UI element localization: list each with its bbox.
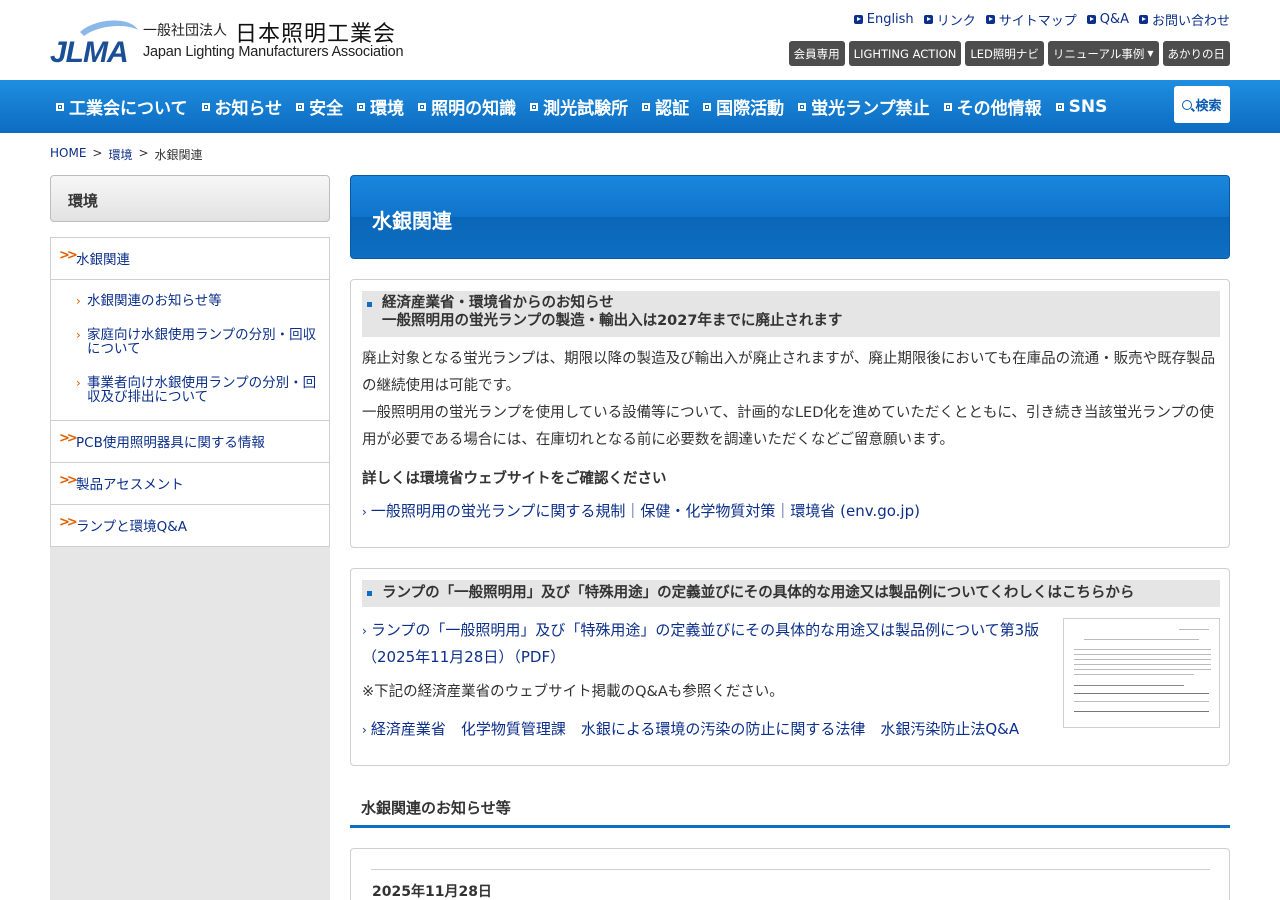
definition-pdf-link[interactable]: › ランプの「一般照明用」及び「特殊用途」の定義並びにその具体的な用途又は製品例に… [362, 617, 1052, 670]
nav-bullet-icon [201, 102, 210, 111]
chevron-right-icon: › [362, 723, 367, 737]
nav-lighting-knowledge[interactable]: 照明の知識 [418, 94, 516, 119]
arrow-square-icon [923, 15, 933, 24]
nav-bullet-icon [642, 102, 651, 111]
nav-safety[interactable]: 安全 [296, 94, 343, 119]
renewal-cases-dropdown[interactable]: リニューアル事例 ▼ [1047, 41, 1159, 66]
divider [371, 869, 1210, 870]
arrow-square-icon [985, 15, 995, 24]
chevron-right-icon: › [76, 376, 81, 390]
nav-about[interactable]: 工業会について [56, 94, 188, 119]
page-title: 水銀関連 [372, 209, 452, 233]
qa-note: ※下記の経済産業省のウェブサイト掲載のQ&Aも参照ください。 [362, 684, 784, 700]
nav-environment[interactable]: 環境 [357, 94, 404, 119]
sidebar-item-assessment[interactable]: >> 製品アセスメント [51, 463, 329, 505]
jlma-logo-mark: JLMA [50, 20, 138, 68]
nav-sns[interactable]: SNS [1055, 97, 1107, 117]
top-buttons: 会員専用 LIGHTING ACTION LED照明ナビ リニューアル事例 ▼ あ… [788, 41, 1230, 66]
sidebar-menu: >> 水銀関連 › 水銀関連のお知らせ等 › 家庭向け水銀使用ランプの分別・回収につ… [50, 237, 330, 547]
double-chevron-icon: >> [59, 248, 78, 263]
sidebar-item-lamp-qa[interactable]: >> ランプと環境Q&A [51, 505, 329, 546]
nav-bullet-icon [418, 102, 427, 111]
arrow-square-icon [853, 15, 863, 24]
nav-bullet-icon [1055, 102, 1064, 111]
definition-heading: ランプの「一般照明用」及び「特殊用途」の定義並びにその具体的な用途又は製品例につ… [362, 580, 1220, 607]
news-box: 2025年11月28日 [350, 848, 1230, 900]
sidebar-item-mercury[interactable]: >> 水銀関連 [51, 238, 329, 280]
page-title-banner: 水銀関連 [350, 175, 1230, 259]
nav-news[interactable]: お知らせ [201, 94, 282, 119]
nav-other-info[interactable]: その他情報 [943, 94, 1042, 119]
notice-box: 経済産業省・環境省からのお知らせ 一般照明用の蛍光ランプの製造・輸出入は2027… [350, 279, 1230, 548]
chevron-right-icon: › [76, 328, 81, 342]
notice-paragraph: 廃止対象となる蛍光ランプは、期限以降の製造及び輸出入が廃止されますが、廃止期限後… [362, 351, 1216, 448]
sidebar-subitem-household-lamps[interactable]: › 家庭向け水銀使用ランプの分別・回収について [76, 328, 319, 356]
top-links: English リンク サイトマップ Q&A お問い合わせ [853, 10, 1230, 29]
breadcrumb-current: 水銀関連 [154, 148, 203, 162]
sidebar-subitem-business-lamps[interactable]: › 事業者向け水銀使用ランプの分別・回収及び排出について [76, 376, 319, 404]
section-heading-mercury-news: 水銀関連のお知らせ等 [350, 797, 1230, 828]
nav-bullet-icon [357, 102, 366, 111]
chevron-right-icon: › [362, 624, 367, 638]
sidebar-subitem-mercury-news[interactable]: › 水銀関連のお知らせ等 [76, 294, 319, 308]
top-link-contact[interactable]: お問い合わせ [1138, 10, 1230, 29]
square-bullet-icon [367, 591, 372, 596]
env-ministry-link[interactable]: › 一般照明用の蛍光ランプに関する規制｜保健・化学物質対策｜環境省 (env.go… [362, 498, 920, 525]
double-chevron-icon: >> [59, 431, 78, 446]
search-button[interactable]: 検索 [1174, 86, 1230, 123]
top-link-sitemap[interactable]: サイトマップ [985, 10, 1077, 29]
site-logo[interactable]: JLMA 一般社団法人 日本照明工業会 Japan Lighting Manuf… [50, 18, 410, 68]
logo-mark-text: JLMA [50, 36, 128, 68]
nav-fluorescent-ban[interactable]: 蛍光ランプ禁止 [798, 94, 930, 119]
site-header: JLMA 一般社団法人 日本照明工業会 Japan Lighting Manuf… [0, 0, 1280, 80]
notice-heading: 経済産業省・環境省からのお知らせ 一般照明用の蛍光ランプの製造・輸出入は2027… [362, 291, 1220, 337]
breadcrumb: HOME > 環境 > 水銀関連 [50, 146, 203, 163]
led-navi-button[interactable]: LED照明ナビ [965, 41, 1044, 66]
double-chevron-icon: >> [59, 515, 78, 530]
meti-qa-link[interactable]: › 経済産業省 化学物質管理課 水銀による環境の汚染の防止に関する法律 水銀汚染防… [362, 716, 1019, 743]
breadcrumb-separator: > [92, 146, 103, 160]
top-link-qa[interactable]: Q&A [1086, 10, 1129, 29]
sidebar-title: 環境 [50, 175, 330, 222]
top-link-english[interactable]: English [853, 10, 914, 29]
square-bullet-icon [367, 302, 372, 307]
double-chevron-icon: >> [59, 473, 78, 488]
nav-bullet-icon [56, 102, 64, 111]
news-date: 2025年11月28日 [372, 884, 492, 900]
arrow-square-icon [1138, 15, 1148, 24]
nav-bullet-icon [943, 102, 952, 111]
caret-down-icon: ▼ [1147, 49, 1154, 58]
pdf-thumbnail[interactable] [1063, 618, 1220, 728]
breadcrumb-separator: > [138, 146, 149, 160]
sidebar-submenu: › 水銀関連のお知らせ等 › 家庭向け水銀使用ランプの分別・回収について › 事業者向… [51, 280, 329, 421]
nav-international[interactable]: 国際活動 [703, 94, 784, 119]
nav-photometry-lab[interactable]: 測光試験所 [530, 94, 628, 119]
logo-sub: 一般社団法人 [143, 23, 227, 39]
chevron-right-icon: › [76, 294, 81, 308]
chevron-right-icon: › [362, 505, 367, 519]
sidebar: >> 水銀関連 › 水銀関連のお知らせ等 › 家庭向け水銀使用ランプの分別・回収につ… [50, 237, 330, 900]
sidebar-item-pcb[interactable]: >> PCB使用照明器具に関する情報 [51, 421, 329, 463]
nav-bullet-icon [703, 102, 712, 111]
akari-day-button[interactable]: あかりの日 [1162, 41, 1230, 66]
breadcrumb-environment[interactable]: 環境 [108, 146, 132, 163]
members-button[interactable]: 会員専用 [788, 41, 845, 66]
logo-english: Japan Lighting Manufacturers Association [143, 44, 404, 60]
breadcrumb-home[interactable]: HOME [50, 146, 86, 163]
nav-certification[interactable]: 認証 [642, 94, 689, 119]
top-link-links[interactable]: リンク [923, 10, 976, 29]
arrow-square-icon [1086, 15, 1096, 24]
nav-bullet-icon [798, 102, 807, 111]
lighting-action-button[interactable]: LIGHTING ACTION [848, 41, 962, 66]
global-nav: 工業会について お知らせ 安全 環境 照明の知識 測光試験所 認証 国際活動 蛍… [0, 80, 1280, 133]
search-icon [1182, 99, 1193, 110]
nav-bullet-icon [296, 102, 305, 111]
notice-emphasis: 詳しくは環境省ウェブサイトをご確認ください [362, 471, 667, 487]
nav-bullet-icon [530, 102, 539, 111]
definition-box: ランプの「一般照明用」及び「特殊用途」の定義並びにその具体的な用途又は製品例につ… [350, 568, 1230, 766]
